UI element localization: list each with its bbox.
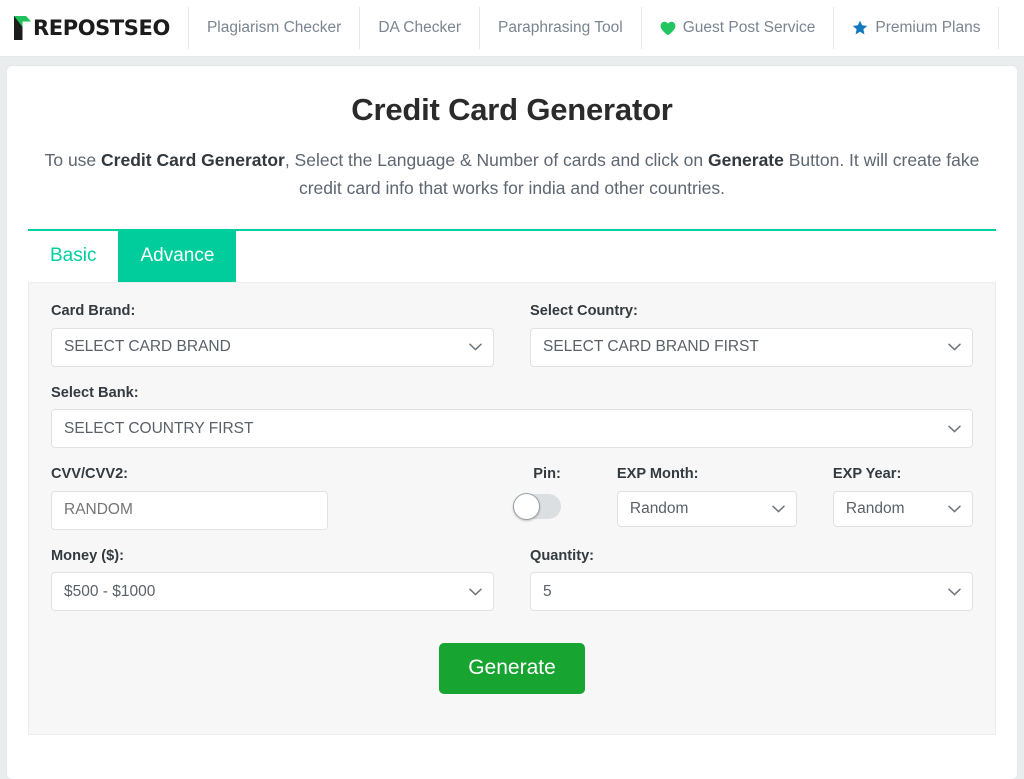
cvv-input[interactable] bbox=[51, 491, 328, 530]
desc-bold-1: Credit Card Generator bbox=[101, 150, 285, 170]
exp-month-label: EXP Month: bbox=[617, 466, 797, 484]
nav-item-guest-post-service[interactable]: Guest Post Service bbox=[642, 0, 834, 56]
quantity-label: Quantity: bbox=[530, 548, 973, 566]
card-brand-value: SELECT CARD BRAND bbox=[64, 338, 231, 356]
pin-toggle[interactable] bbox=[513, 494, 561, 519]
money-label: Money ($): bbox=[51, 548, 494, 566]
form-row-cvv-pin-exp: CVV/CVV2: Pin: EXP Month: Random bbox=[51, 466, 973, 530]
chevron-down-icon bbox=[948, 573, 961, 610]
nav-item-premium-plans[interactable]: Premium Plans bbox=[834, 0, 998, 56]
desc-part-1: To use bbox=[45, 150, 101, 170]
star-icon bbox=[852, 20, 868, 36]
field-select-bank: Select Bank: SELECT COUNTRY FIRST bbox=[51, 385, 973, 449]
brand-logo-link[interactable]: REPOSTSEO bbox=[0, 0, 188, 56]
exp-month-value: Random bbox=[630, 500, 689, 518]
desc-part-2: , Select the Language & Number of cards … bbox=[285, 150, 708, 170]
exp-year-select[interactable]: Random bbox=[833, 491, 973, 527]
page-title: Credit Card Generator bbox=[28, 92, 996, 128]
select-bank-label: Select Bank: bbox=[51, 385, 973, 403]
chevron-down-icon bbox=[948, 410, 961, 447]
field-pin: Pin: bbox=[328, 466, 617, 519]
money-value: $500 - $1000 bbox=[64, 583, 155, 601]
top-navigation-bar: REPOSTSEO Plagiarism Checker DA Checker … bbox=[0, 0, 1024, 57]
nav-item-label: Guest Post Service bbox=[683, 19, 816, 37]
nav-item-label: Plagiarism Checker bbox=[207, 19, 341, 37]
pin-label: Pin: bbox=[533, 466, 561, 484]
field-quantity: Quantity: 5 bbox=[512, 548, 973, 612]
field-select-country: Select Country: SELECT CARD BRAND FIRST bbox=[512, 303, 973, 367]
nav-divider bbox=[998, 7, 999, 49]
cvv-label: CVV/CVV2: bbox=[51, 466, 328, 484]
chevron-down-icon bbox=[772, 492, 785, 526]
form-row-money-quantity: Money ($): $500 - $1000 Quantity: 5 bbox=[51, 548, 973, 612]
select-country-select[interactable]: SELECT CARD BRAND FIRST bbox=[530, 328, 973, 367]
field-card-brand: Card Brand: SELECT CARD BRAND bbox=[51, 303, 512, 367]
desc-bold-2: Generate bbox=[708, 150, 784, 170]
card-brand-select[interactable]: SELECT CARD BRAND bbox=[51, 328, 494, 367]
quantity-value: 5 bbox=[543, 583, 552, 601]
field-exp-month: EXP Month: Random bbox=[617, 466, 797, 527]
tabs-container: Basic Advance bbox=[28, 229, 996, 283]
field-exp-year: EXP Year: Random bbox=[797, 466, 973, 527]
nav-item-label: Premium Plans bbox=[875, 19, 980, 37]
nav-item-label: DA Checker bbox=[378, 19, 461, 37]
chevron-down-icon bbox=[948, 329, 961, 366]
nav-item-da-checker[interactable]: DA Checker bbox=[360, 0, 479, 56]
select-bank-select[interactable]: SELECT COUNTRY FIRST bbox=[51, 409, 973, 448]
select-bank-value: SELECT COUNTRY FIRST bbox=[64, 420, 253, 438]
prepostseo-p-logo-icon bbox=[12, 15, 32, 42]
heart-icon bbox=[660, 21, 676, 36]
nav-item-paraphrasing-tool[interactable]: Paraphrasing Tool bbox=[480, 0, 641, 56]
form-row-bank: Select Bank: SELECT COUNTRY FIRST bbox=[51, 385, 973, 449]
generate-button-row: Generate bbox=[51, 629, 973, 694]
chevron-down-icon bbox=[469, 573, 482, 610]
nav-item-label: Paraphrasing Tool bbox=[498, 19, 623, 37]
tab-advance[interactable]: Advance bbox=[118, 231, 236, 283]
tabs: Basic Advance bbox=[28, 231, 996, 283]
field-money: Money ($): $500 - $1000 bbox=[51, 548, 512, 612]
page-body: Credit Card Generator To use Credit Card… bbox=[0, 57, 1024, 779]
field-cvv: CVV/CVV2: bbox=[51, 466, 328, 530]
exp-month-select[interactable]: Random bbox=[617, 491, 797, 527]
money-select[interactable]: $500 - $1000 bbox=[51, 572, 494, 611]
chevron-down-icon bbox=[948, 492, 961, 526]
generate-button[interactable]: Generate bbox=[439, 643, 585, 694]
content-card: Credit Card Generator To use Credit Card… bbox=[7, 66, 1017, 779]
quantity-select[interactable]: 5 bbox=[530, 572, 973, 611]
select-country-label: Select Country: bbox=[530, 303, 973, 321]
exp-year-label: EXP Year: bbox=[833, 466, 973, 484]
nav-item-plagiarism-checker[interactable]: Plagiarism Checker bbox=[189, 0, 359, 56]
generator-form-panel: Card Brand: SELECT CARD BRAND Select Cou… bbox=[28, 282, 996, 735]
exp-year-value: Random bbox=[846, 500, 905, 518]
form-row-brand-country: Card Brand: SELECT CARD BRAND Select Cou… bbox=[51, 303, 973, 367]
chevron-down-icon bbox=[469, 329, 482, 366]
pin-toggle-knob bbox=[513, 493, 540, 520]
tab-basic[interactable]: Basic bbox=[28, 231, 118, 283]
brand-name: REPOSTSEO bbox=[33, 18, 170, 39]
card-brand-label: Card Brand: bbox=[51, 303, 494, 321]
prepostseo-logo: REPOSTSEO bbox=[12, 13, 170, 43]
select-country-value: SELECT CARD BRAND FIRST bbox=[543, 338, 759, 356]
page-description: To use Credit Card Generator, Select the… bbox=[32, 146, 992, 203]
